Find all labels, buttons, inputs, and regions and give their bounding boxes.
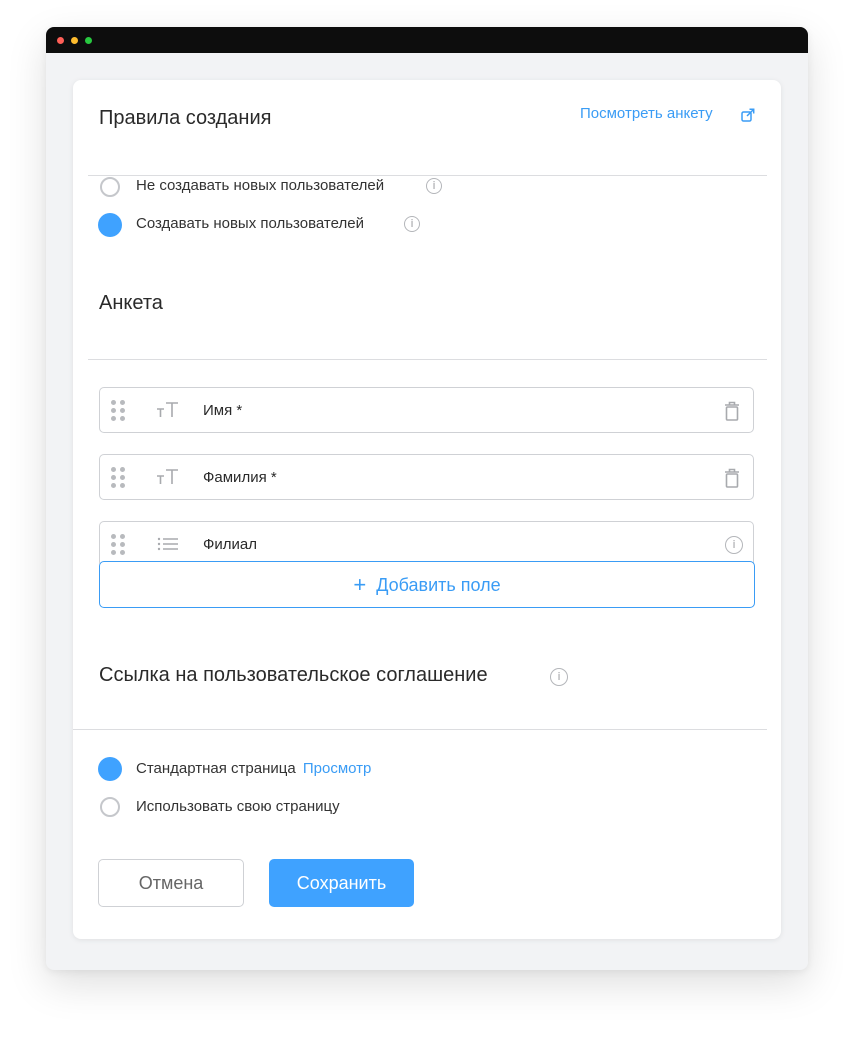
settings-card: Правила создания Посмотреть анкету Не со…	[73, 80, 781, 939]
form-field-row[interactable]: Фамилия *	[99, 454, 754, 500]
radio-standard-page-label: Стандартная страница Просмотр	[136, 760, 371, 777]
drag-handle-icon[interactable]	[111, 400, 127, 422]
radio-dont-create-users-label: Не создавать новых пользователей	[136, 177, 385, 194]
text-type-icon	[157, 402, 178, 417]
external-link-icon	[741, 108, 755, 122]
save-button[interactable]: Сохранить	[269, 859, 414, 907]
radio-custom-page[interactable]	[100, 797, 120, 817]
view-form-link-label[interactable]: Посмотреть анкету	[580, 105, 713, 122]
plus-icon: +	[353, 572, 367, 597]
trash-icon[interactable]	[723, 400, 741, 422]
agreement-section-title: Ссылка на пользовательское соглашение	[99, 664, 488, 686]
field-label: Имя *	[203, 402, 243, 419]
close-window-icon[interactable]	[57, 37, 64, 44]
radio-create-users-label: Создавать новых пользователей	[136, 215, 364, 232]
rules-section-title: Правила создания	[99, 107, 272, 129]
field-label: Фамилия *	[203, 469, 277, 486]
info-icon[interactable]: i	[725, 536, 743, 554]
preview-link[interactable]: Просмотр	[303, 760, 372, 777]
app-window: Правила создания Посмотреть анкету Не со…	[46, 27, 808, 970]
radio-custom-page-label: Использовать свою страницу	[136, 798, 340, 815]
rules-divider	[88, 175, 767, 176]
info-icon[interactable]: i	[404, 216, 420, 232]
cancel-button[interactable]: Отмена	[98, 859, 244, 907]
add-field-button[interactable]: + Добавить поле	[99, 561, 755, 608]
info-icon[interactable]: i	[426, 178, 442, 194]
form-field-row[interactable]: Имя *	[99, 387, 754, 433]
view-form-link[interactable]: Посмотреть анкету	[580, 105, 755, 123]
trash-icon[interactable]	[723, 467, 741, 489]
info-icon[interactable]: i	[550, 668, 568, 686]
minimize-window-icon[interactable]	[71, 37, 78, 44]
list-type-icon	[157, 537, 178, 551]
form-divider	[88, 359, 767, 360]
agreement-divider	[73, 729, 767, 730]
radio-standard-page[interactable]	[98, 757, 122, 781]
radio-dont-create-users[interactable]	[100, 177, 120, 197]
standard-page-label: Стандартная страница	[136, 760, 296, 777]
drag-handle-icon[interactable]	[111, 467, 127, 489]
field-label: Филиал	[203, 536, 258, 553]
text-type-icon	[157, 469, 178, 484]
add-field-label: Добавить поле	[376, 575, 501, 595]
window-titlebar	[46, 27, 808, 53]
drag-handle-icon[interactable]	[111, 534, 127, 556]
form-section-title: Анкета	[99, 292, 163, 314]
maximize-window-icon[interactable]	[85, 37, 92, 44]
radio-create-users[interactable]	[98, 213, 122, 237]
